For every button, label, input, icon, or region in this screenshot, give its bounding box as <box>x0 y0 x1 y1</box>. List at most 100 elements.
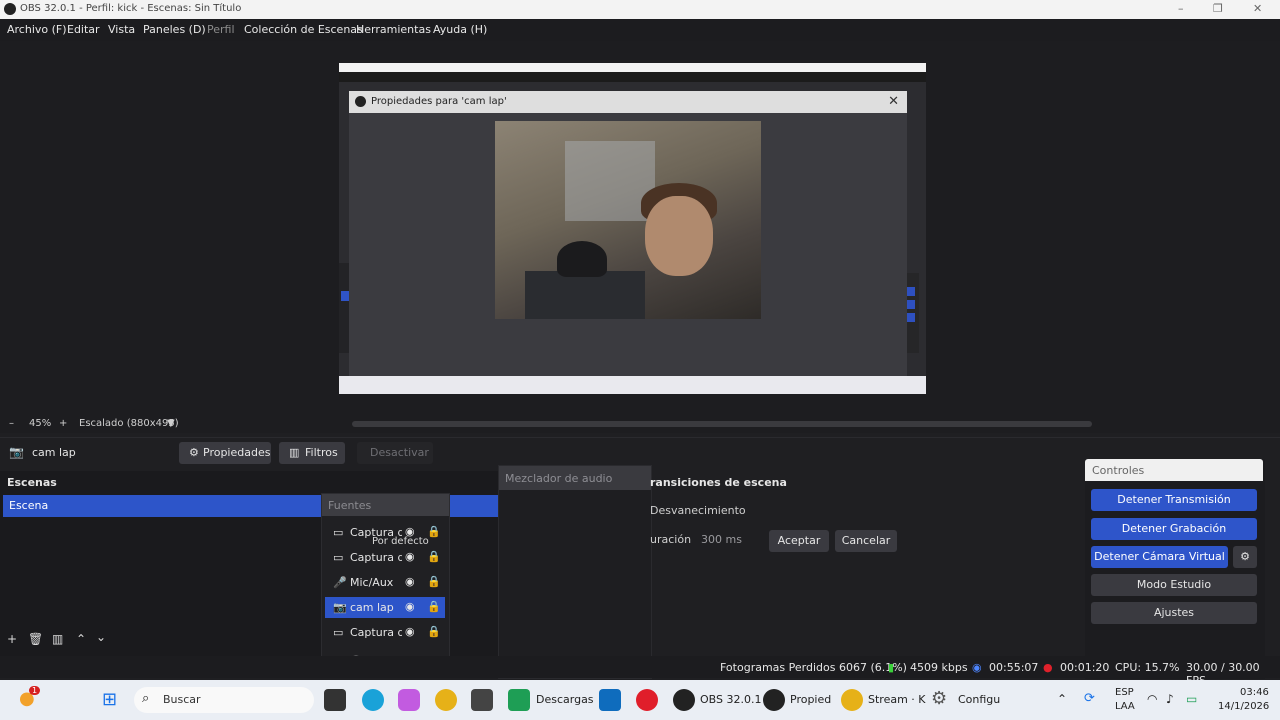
preview[interactable]: Propiedades para 'cam lap' ✕ <box>339 63 926 394</box>
filter-icon: ▥ <box>289 446 300 459</box>
add-icon[interactable]: + <box>7 632 17 646</box>
cancel-button[interactable]: Cancelar <box>835 530 897 552</box>
source-item-selected[interactable]: 📷 cam lap ◉ 🔒 <box>325 597 445 618</box>
notification-badge: 1 <box>29 686 41 695</box>
menu-coleccion[interactable]: Colección de Escenas <box>244 23 363 36</box>
lock-icon[interactable]: 🔒 <box>427 575 441 588</box>
record-time: 00:01:20 <box>1060 661 1110 674</box>
chrome-icon[interactable] <box>841 689 863 711</box>
properties-button[interactable]: ⚙ Propiedades <box>179 442 271 464</box>
app-configuracion[interactable]: Configu <box>958 693 1000 706</box>
battery-icon[interactable]: ▭ <box>1186 692 1197 706</box>
chrome-icon[interactable] <box>435 689 457 711</box>
trash-icon[interactable]: 🗑 <box>28 632 43 646</box>
app-descargas[interactable]: Descargas <box>536 693 594 706</box>
dialog-title: Propiedades para 'cam lap' <box>371 96 507 107</box>
search-box[interactable]: ⌕ Buscar <box>134 687 314 713</box>
studio-mode-button[interactable]: Modo Estudio <box>1091 574 1257 596</box>
controls-dock: Controles Detener Transmisión Detener Gr… <box>1085 459 1265 679</box>
app-obs[interactable]: OBS 32.0.1 <box>700 693 761 706</box>
chevron-up-icon[interactable]: ⌃ <box>1057 692 1067 706</box>
eye-icon[interactable]: ◉ <box>405 575 415 588</box>
task-view-icon[interactable] <box>324 689 346 711</box>
obs-icon[interactable] <box>673 689 695 711</box>
volume-icon[interactable]: ♪ <box>1166 692 1174 706</box>
language-bottom[interactable]: LAA <box>1115 701 1135 712</box>
mixer-header: Mezclador de audio <box>499 466 651 490</box>
minimize-button[interactable]: – <box>1178 2 1184 15</box>
app-propiedades[interactable]: Propied <box>790 693 831 706</box>
record-icon: ● <box>1043 661 1053 674</box>
menu-vista[interactable]: Vista <box>108 23 135 36</box>
eye-icon[interactable]: ◉ <box>405 625 415 638</box>
stop-virtual-cam-button[interactable]: Detener Cámara Virtual <box>1091 546 1228 568</box>
settings-gear-icon[interactable]: ⚙ <box>931 688 947 709</box>
chevron-down-icon[interactable]: ⌄ <box>96 630 106 644</box>
properties-dialog: Propiedades para 'cam lap' ✕ <box>349 91 907 391</box>
source-item[interactable]: ▭ Captura de ◉ 🔒 <box>325 547 445 568</box>
menu-editar[interactable]: Editar <box>67 23 100 36</box>
edge-icon[interactable] <box>362 689 384 711</box>
transition-type[interactable]: Desvanecimiento <box>650 504 746 517</box>
zoom-out-button[interactable]: – <box>9 418 14 429</box>
menu-ayuda[interactable]: Ayuda (H) <box>433 23 487 36</box>
stream-icon: ◉ <box>972 661 982 674</box>
dialog-header: Propiedades para 'cam lap' ✕ <box>349 91 907 113</box>
camera-icon: 📷 <box>333 601 347 614</box>
outlook-icon[interactable] <box>599 689 621 711</box>
search-placeholder: Buscar <box>163 693 201 706</box>
lock-icon[interactable]: 🔒 <box>427 525 441 538</box>
lock-icon[interactable]: 🔒 <box>427 550 441 563</box>
camera-icon: 📷 <box>9 445 24 459</box>
sources-dock: Fuentes ▭ Captura de ◉ 🔒 Por defecto ▭ C… <box>321 493 450 678</box>
duration-label: uración <box>650 533 692 546</box>
chevron-down-icon[interactable]: ▼ <box>167 418 175 429</box>
filter-icon[interactable]: ▥ <box>52 632 63 646</box>
selected-source-name: cam lap <box>32 446 76 459</box>
dialog-close-icon[interactable]: ✕ <box>888 94 899 109</box>
clock-date[interactable]: 14/1/2026 <box>1218 701 1269 712</box>
eye-icon[interactable]: ◉ <box>405 550 415 563</box>
duration-value[interactable]: 300 ms <box>701 533 742 546</box>
settings-button[interactable]: Ajustes <box>1091 602 1257 624</box>
language-top[interactable]: ESP <box>1115 687 1134 698</box>
opera-icon[interactable] <box>636 689 658 711</box>
folder-icon[interactable] <box>508 689 530 711</box>
menu-paneles[interactable]: Paneles (D) <box>143 23 206 36</box>
windows-start-icon[interactable]: ⊞ <box>102 689 117 710</box>
copilot-icon[interactable] <box>398 689 420 711</box>
source-item[interactable]: ▭ Captura de ◉ 🔒 <box>325 622 445 643</box>
obs-properties-icon[interactable] <box>763 689 785 711</box>
gear-icon: ⚙ <box>189 446 199 459</box>
bitrate: 4509 kbps <box>910 661 968 674</box>
lock-icon[interactable]: 🔒 <box>427 600 441 613</box>
stop-record-button[interactable]: Detener Grabación <box>1091 518 1257 540</box>
transitions-dock: ransiciones de escena Desvanecimiento ur… <box>650 468 1090 568</box>
chevron-up-icon[interactable]: ⌃ <box>76 632 86 646</box>
gear-icon[interactable]: ⚙ <box>1233 546 1257 568</box>
lock-icon[interactable]: 🔒 <box>427 625 441 638</box>
scenes-title: Escenas <box>7 476 57 489</box>
clock-time[interactable]: 03:46 <box>1240 687 1269 698</box>
maximize-button[interactable]: ❐ <box>1213 2 1223 15</box>
filters-button[interactable]: ▥ Filtros <box>279 442 345 464</box>
menu-perfil[interactable]: Perfil <box>207 23 235 36</box>
stream-time: 00:55:07 <box>989 661 1039 674</box>
menu-bar: Archivo (F) Editar Vista Paneles (D) Per… <box>0 19 1280 41</box>
menu-herramientas[interactable]: Herramientas <box>356 23 431 36</box>
game-icon[interactable] <box>471 689 493 711</box>
close-button[interactable]: ✕ <box>1253 2 1262 15</box>
horizontal-scrollbar[interactable] <box>352 421 1092 427</box>
app-stream[interactable]: Stream · K <box>868 693 926 706</box>
stop-stream-button[interactable]: Detener Transmisión <box>1091 489 1257 511</box>
menu-archivo[interactable]: Archivo (F) <box>7 23 67 36</box>
scaling-label: Escalado (880x495) <box>79 418 179 429</box>
zoom-in-button[interactable]: + <box>59 418 67 429</box>
wifi-icon[interactable]: ◠ <box>1147 692 1157 706</box>
cpu-usage: CPU: 15.7% <box>1115 661 1180 674</box>
source-item[interactable]: 🎤 Mic/Aux ◉ 🔒 <box>325 572 445 593</box>
deactivate-button[interactable]: Desactivar <box>357 442 433 464</box>
accept-button[interactable]: Aceptar <box>769 530 829 552</box>
sync-icon[interactable]: ⟳ <box>1084 691 1095 706</box>
eye-icon[interactable]: ◉ <box>405 600 415 613</box>
